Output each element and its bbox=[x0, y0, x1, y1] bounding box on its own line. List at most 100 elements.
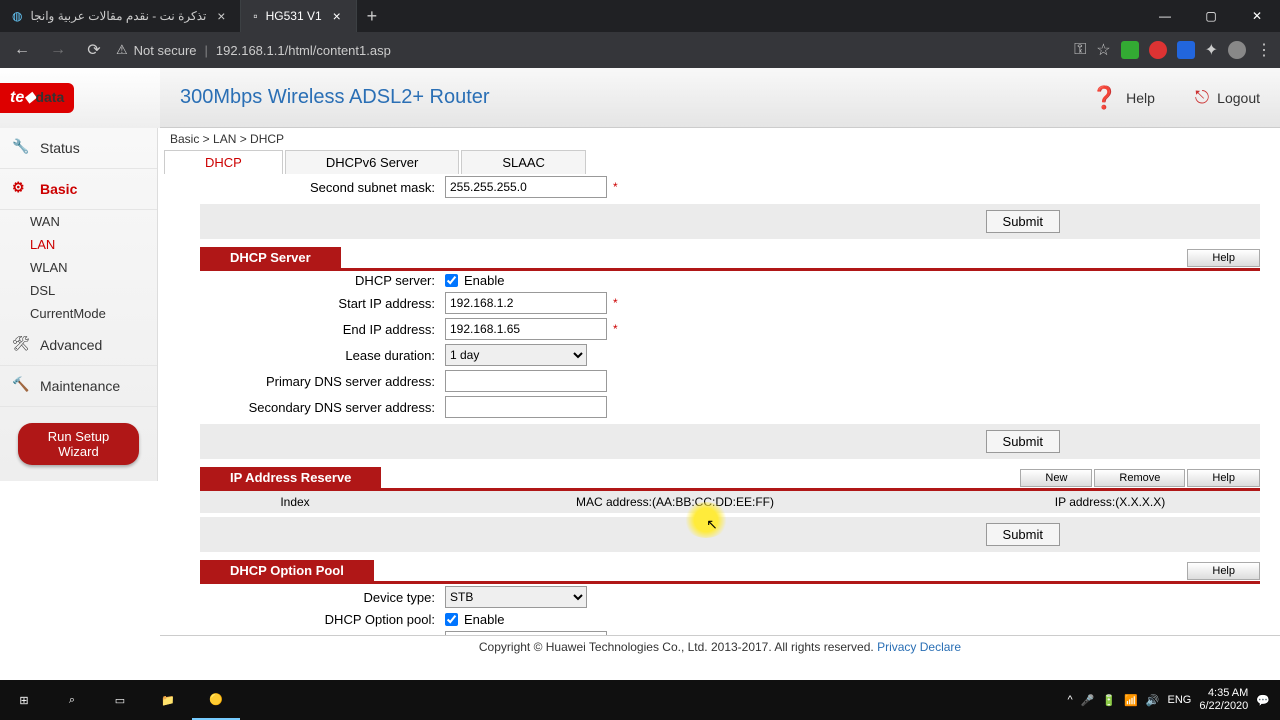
key-icon[interactable]: ⚿ bbox=[1074, 41, 1086, 59]
main-area: 300Mbps Wireless ADSL2+ Router ❓ Help ⎋ … bbox=[160, 68, 1280, 658]
second-mask-input[interactable] bbox=[445, 176, 607, 198]
start-ip-input[interactable] bbox=[445, 292, 607, 314]
left-column: te⬥data 🔧 Status ⚙ Basic WAN LAN WLAN DS… bbox=[0, 68, 160, 658]
sidebar-label: Maintenance bbox=[40, 378, 120, 394]
sidebar-label: Status bbox=[40, 140, 80, 156]
sub-currentmode[interactable]: CurrentMode bbox=[30, 302, 157, 325]
chrome-button[interactable]: 🟡 bbox=[192, 680, 240, 720]
status-icon: 🔧 bbox=[12, 138, 32, 158]
option-pool-label: DHCP Option pool: bbox=[200, 612, 445, 627]
search-button[interactable]: ⌕ bbox=[48, 680, 96, 720]
logo-text-red: te bbox=[10, 89, 24, 106]
gear-icon: ⚙ bbox=[12, 179, 32, 199]
close-icon[interactable]: × bbox=[330, 9, 344, 23]
remove-button[interactable]: Remove bbox=[1094, 469, 1185, 487]
security-warning: ⚠ Not secure bbox=[116, 42, 197, 58]
extensions-icon[interactable]: ✦ bbox=[1205, 40, 1218, 60]
th-ip: IP address:(X.X.X.X) bbox=[960, 495, 1260, 509]
battery-icon[interactable]: 🔋 bbox=[1102, 694, 1116, 707]
profile-icon[interactable] bbox=[1228, 41, 1246, 59]
enable-label-2: Enable bbox=[464, 612, 504, 627]
dhcp-server-title: DHCP Server bbox=[200, 247, 341, 268]
browser-tab-1[interactable]: ▫ HG531 V1 × bbox=[241, 0, 356, 32]
tab-favicon: ▫ bbox=[253, 9, 257, 23]
close-button[interactable]: ✕ bbox=[1234, 0, 1280, 32]
start-ip-label: Start IP address: bbox=[200, 296, 445, 311]
new-button[interactable]: New bbox=[1020, 469, 1092, 487]
sub-lan[interactable]: LAN bbox=[30, 233, 157, 256]
forward-button[interactable]: → bbox=[44, 36, 72, 64]
volume-icon[interactable]: 🔊 bbox=[1146, 694, 1160, 707]
page-title: 300Mbps Wireless ADSL2+ Router bbox=[180, 86, 490, 109]
ext-icon-3[interactable] bbox=[1177, 41, 1195, 59]
copyright-text: Copyright © Huawei Technologies Co., Ltd… bbox=[479, 640, 877, 654]
run-setup-wizard-button[interactable]: Run Setup Wizard bbox=[18, 423, 139, 465]
device-type-label: Device type: bbox=[200, 590, 445, 605]
menu-icon[interactable]: ⋮ bbox=[1256, 40, 1272, 60]
star-icon[interactable]: ☆ bbox=[1096, 40, 1110, 60]
end-ip-input[interactable] bbox=[445, 318, 607, 340]
required-mark: * bbox=[613, 296, 618, 310]
lang-indicator[interactable]: ENG bbox=[1168, 694, 1192, 706]
start-button[interactable]: ⊞ bbox=[0, 680, 48, 720]
dhcp-enable-checkbox[interactable] bbox=[445, 274, 458, 287]
wifi-icon[interactable]: 📶 bbox=[1124, 694, 1138, 707]
submit-button-1[interactable]: Submit bbox=[986, 210, 1060, 233]
logo-text-dark: data bbox=[35, 89, 64, 105]
secondary-dns-input[interactable] bbox=[445, 396, 607, 418]
logo-area: te⬥data bbox=[0, 68, 160, 128]
ext-icon-2[interactable] bbox=[1149, 41, 1167, 59]
content-tabs: DHCP DHCPv6 Server SLAAC bbox=[160, 150, 1280, 174]
dhcp-server-section-header: DHCP Server Help bbox=[200, 247, 1260, 271]
sidebar-item-status[interactable]: 🔧 Status bbox=[0, 128, 157, 169]
option-pool-checkbox[interactable] bbox=[445, 613, 458, 626]
address-bar[interactable]: ⚠ Not secure | 192.168.1.1/html/content1… bbox=[116, 42, 1066, 58]
logo: te⬥data bbox=[0, 83, 74, 113]
submit-button-2[interactable]: Submit bbox=[986, 430, 1060, 453]
primary-dns-input[interactable] bbox=[445, 370, 607, 392]
sub-dsl[interactable]: DSL bbox=[30, 279, 157, 302]
clock[interactable]: 4:35 AM 6/22/2020 bbox=[1199, 687, 1248, 713]
sidebar: 🔧 Status ⚙ Basic WAN LAN WLAN DSL Curren… bbox=[0, 128, 158, 481]
reload-button[interactable]: ⟳ bbox=[80, 36, 108, 64]
privacy-link[interactable]: Privacy Declare bbox=[877, 640, 961, 654]
tab-dhcp[interactable]: DHCP bbox=[164, 150, 283, 174]
sidebar-item-basic[interactable]: ⚙ Basic bbox=[0, 169, 157, 210]
browser-tab-0[interactable]: ◍ تذكرة نت - نقدم مقالات عربية وانجا × bbox=[0, 0, 241, 32]
close-icon[interactable]: × bbox=[214, 9, 228, 23]
device-type-select[interactable]: STB bbox=[445, 586, 587, 608]
tab-slaac[interactable]: SLAAC bbox=[461, 150, 586, 174]
browser-toolbar: ← → ⟳ ⚠ Not secure | 192.168.1.1/html/co… bbox=[0, 32, 1280, 68]
primary-dns-label: Primary DNS server address: bbox=[200, 374, 445, 389]
help-button-1[interactable]: Help bbox=[1187, 249, 1260, 267]
pool-start-input[interactable] bbox=[445, 631, 607, 635]
tray-chevron-icon[interactable]: ^ bbox=[1068, 694, 1073, 706]
new-tab-button[interactable]: + bbox=[357, 6, 388, 27]
ip-reserve-title: IP Address Reserve bbox=[200, 467, 381, 488]
mic-icon[interactable]: 🎤 bbox=[1081, 694, 1095, 707]
help-button-3[interactable]: Help bbox=[1187, 562, 1260, 580]
logout-link[interactable]: ⎋ Logout bbox=[1195, 87, 1260, 108]
ext-icon-1[interactable] bbox=[1121, 41, 1139, 59]
maximize-button[interactable]: ▢ bbox=[1188, 0, 1234, 32]
advanced-icon: 🛠 bbox=[12, 335, 32, 355]
back-button[interactable]: ← bbox=[8, 36, 36, 64]
lease-select[interactable]: 1 day bbox=[445, 344, 587, 366]
help-button-2[interactable]: Help bbox=[1187, 469, 1260, 487]
system-tray: ^ 🎤 🔋 📶 🔊 ENG 4:35 AM 6/22/2020 💬 bbox=[1068, 687, 1280, 713]
sidebar-item-maintenance[interactable]: 🔨 Maintenance bbox=[0, 366, 157, 407]
notification-icon[interactable]: 💬 bbox=[1256, 694, 1270, 707]
explorer-button[interactable]: 📁 bbox=[144, 680, 192, 720]
sidebar-item-advanced[interactable]: 🛠 Advanced bbox=[0, 325, 157, 366]
submit-button-3[interactable]: Submit bbox=[986, 523, 1060, 546]
option-pool-section-header: DHCP Option Pool Help bbox=[200, 560, 1260, 584]
sub-wan[interactable]: WAN bbox=[30, 210, 157, 233]
help-link[interactable]: ❓ Help bbox=[1091, 85, 1155, 111]
taskview-button[interactable]: ▭ bbox=[96, 680, 144, 720]
sub-wlan[interactable]: WLAN bbox=[30, 256, 157, 279]
minimize-button[interactable]: — bbox=[1142, 0, 1188, 32]
top-header: 300Mbps Wireless ADSL2+ Router ❓ Help ⎋ … bbox=[160, 68, 1280, 128]
sidebar-label: Advanced bbox=[40, 337, 102, 353]
tab-dhcpv6[interactable]: DHCPv6 Server bbox=[285, 150, 459, 174]
pool-start-label: Start IP address: bbox=[200, 635, 445, 636]
